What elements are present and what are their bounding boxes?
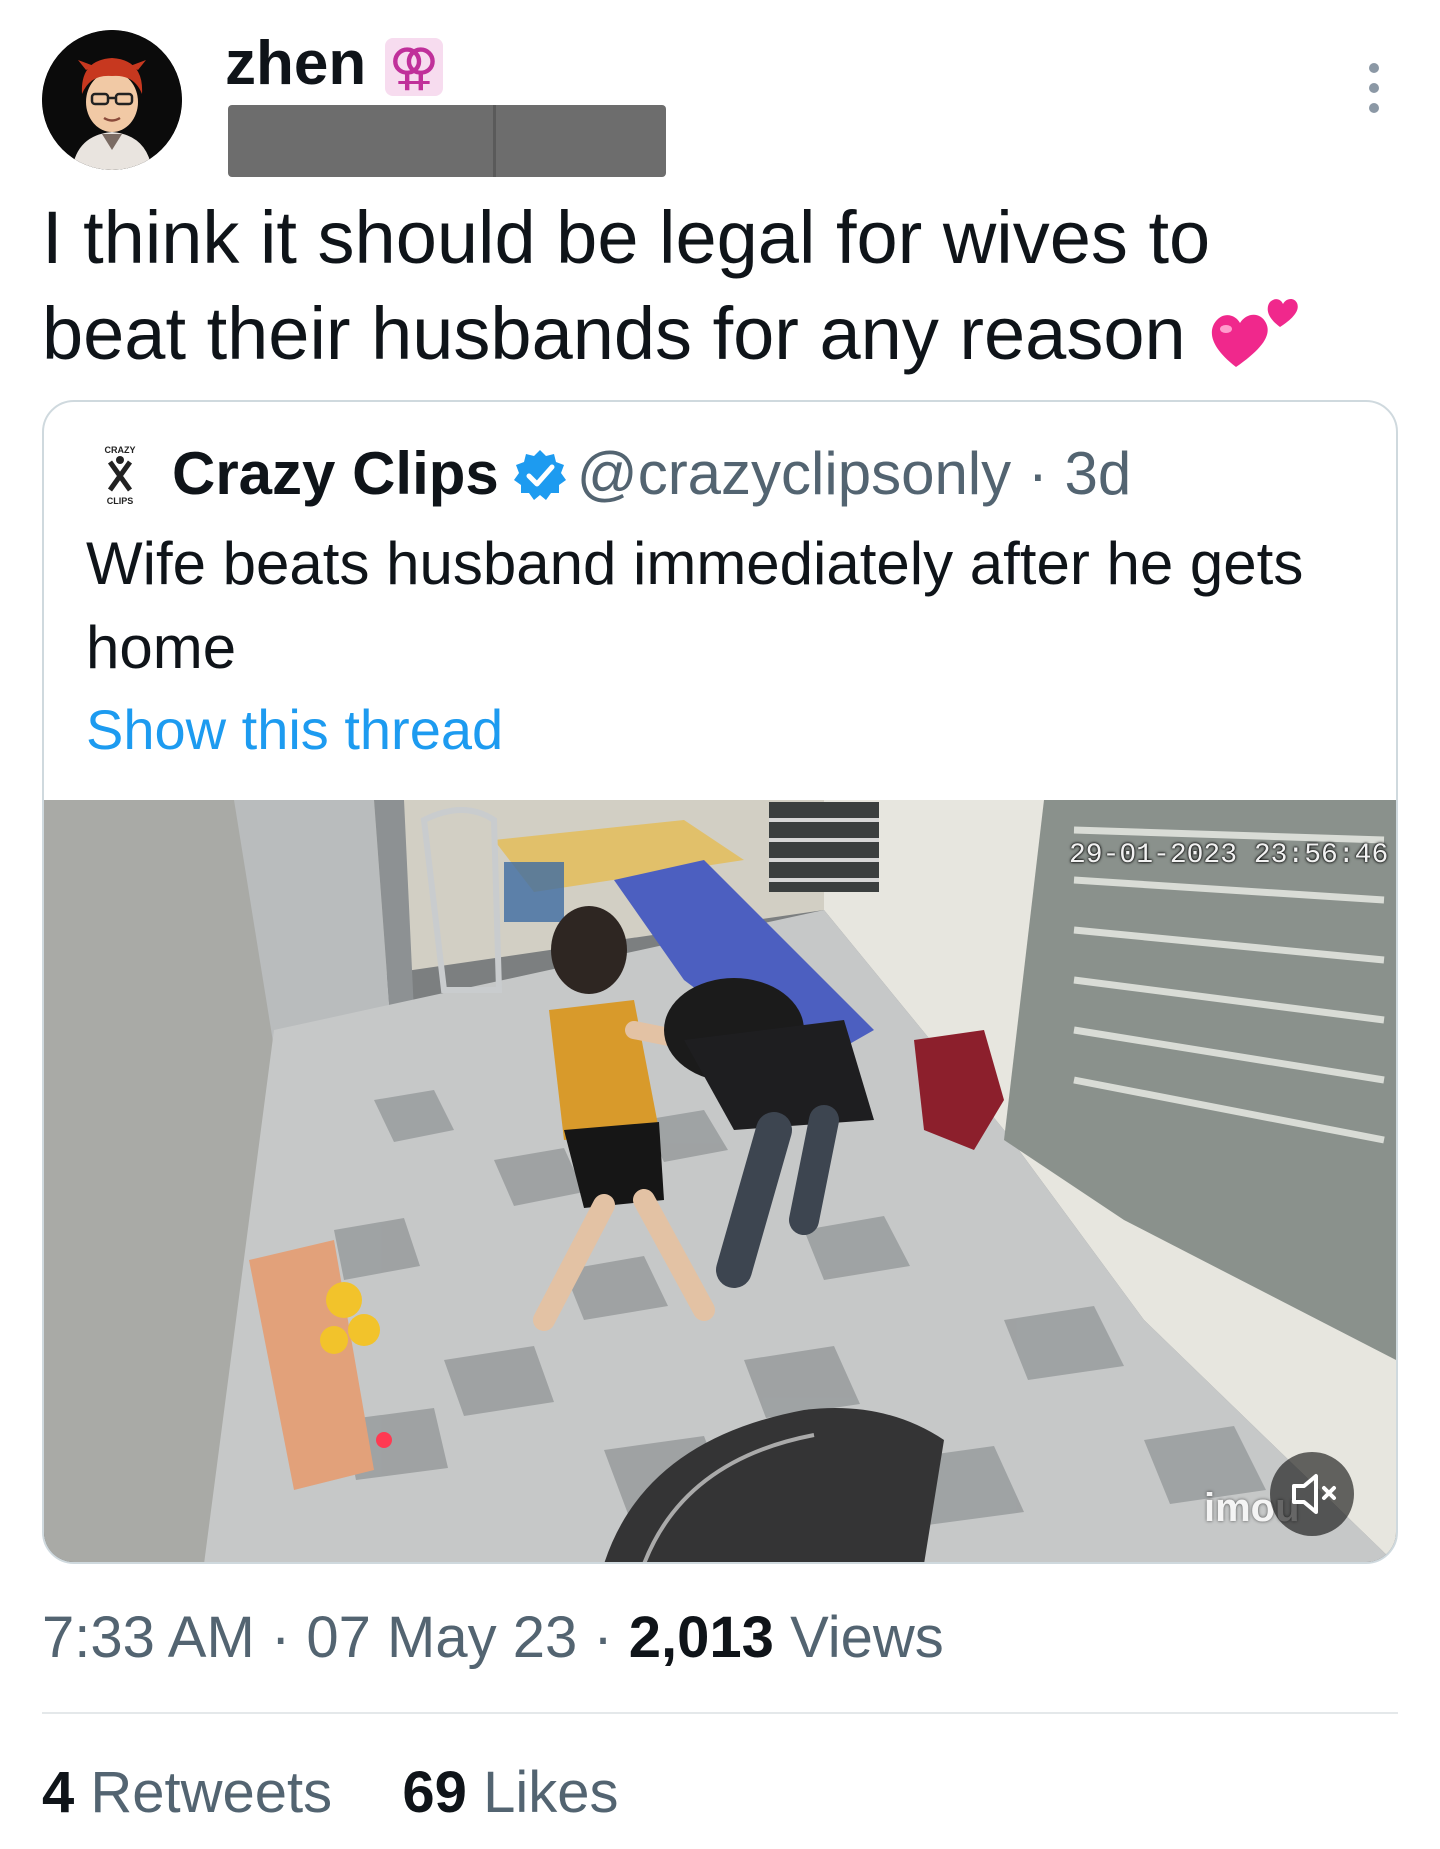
likes-count: 69 [402, 1760, 467, 1825]
quoted-tweet-header: Crazy Clips @crazyclipsonly · 3d [172, 436, 1131, 512]
quoted-author-handle[interactable]: @crazyclipsonly [577, 440, 1011, 507]
quoted-author-name[interactable]: Crazy Clips [172, 440, 499, 507]
crazy-clips-logo-icon: CRAZY CLIPS [96, 444, 144, 506]
retweets-count: 4 [42, 1760, 75, 1825]
cctv-timestamp: 29-01-2023 23:56:46 [1069, 840, 1389, 871]
two-hearts-icon [1212, 298, 1298, 367]
cctv-video-frame [44, 800, 1396, 1562]
retweets-stat[interactable]: 4 Retweets [42, 1760, 332, 1825]
video-player[interactable]: 29-01-2023 23:56:46 imou [44, 800, 1396, 1562]
mute-button[interactable] [1270, 1452, 1354, 1536]
quoted-tweet-text: Wife beats husband immediately after he … [86, 530, 1304, 681]
separator-dot: · [270, 1605, 291, 1670]
separator-dot: · [593, 1605, 613, 1670]
engagement-stats: 4 Retweets 69 Likes [42, 1755, 618, 1831]
cartoon-avatar-icon [42, 30, 182, 170]
tweet-time[interactable]: 7:33 AM [42, 1605, 255, 1670]
volume-muted-icon [1292, 1474, 1336, 1514]
verified-badge-icon [513, 450, 566, 500]
author-name[interactable]: zhen [225, 28, 366, 100]
likes-stat[interactable]: 69 Likes [402, 1760, 618, 1825]
svg-text:CRAZY: CRAZY [105, 445, 136, 455]
divider [42, 1712, 1398, 1714]
lesbian-symbol-icon: ⚢ [385, 38, 443, 96]
separator-dot: · [1027, 440, 1048, 507]
redacted-handle [228, 105, 666, 177]
author-avatar[interactable] [42, 30, 182, 170]
quoted-tweet-age[interactable]: 3d [1064, 440, 1131, 507]
retweets-label: Retweets [90, 1760, 333, 1825]
show-thread-link[interactable]: Show this thread [86, 692, 503, 768]
svg-text:CLIPS: CLIPS [107, 496, 134, 506]
tweet-text-content: I think it should be legal for wives to … [42, 196, 1211, 375]
views-label: Views [790, 1605, 944, 1670]
more-options-icon[interactable] [1362, 60, 1386, 116]
tweet-meta: 7:33 AM · 07 May 23 · 2,013 Views [42, 1600, 944, 1676]
tweet-text: I think it should be legal for wives to … [42, 190, 1342, 382]
views-count: 2,013 [628, 1605, 774, 1670]
likes-label: Likes [483, 1760, 619, 1825]
tweet-date[interactable]: 07 May 23 [306, 1605, 577, 1670]
quoted-tweet-card[interactable]: CRAZY CLIPS Crazy Clips @crazyclipsonly … [42, 400, 1398, 1564]
